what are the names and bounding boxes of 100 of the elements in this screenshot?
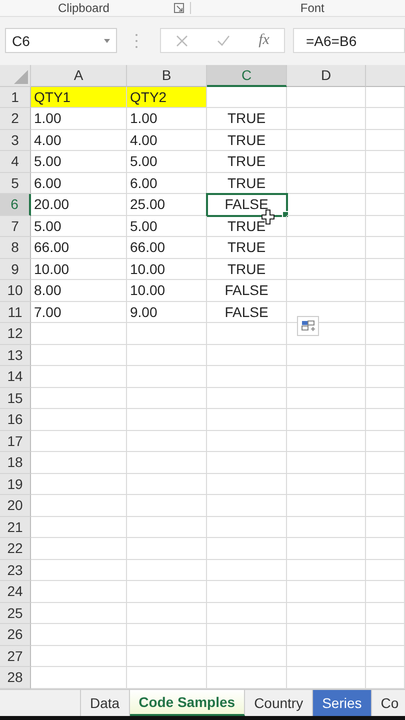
row-header[interactable]: 23 bbox=[0, 560, 31, 582]
row-header[interactable]: 4 bbox=[0, 151, 31, 173]
table-cell bbox=[366, 602, 405, 624]
table-cell: TRUE bbox=[207, 258, 287, 280]
table-cell: 1.00 bbox=[31, 108, 127, 130]
table-cell: 6.00 bbox=[31, 172, 127, 194]
table-cell: 9.00 bbox=[127, 302, 207, 324]
table-cell bbox=[366, 280, 405, 302]
row-header[interactable]: 6 bbox=[0, 194, 31, 216]
table-cell: 5.00 bbox=[31, 216, 127, 238]
sheet-tab[interactable]: Code Samples bbox=[130, 690, 246, 716]
table-cell: 66.00 bbox=[31, 237, 127, 259]
table-cell bbox=[366, 388, 405, 410]
row-header[interactable]: 8 bbox=[0, 237, 31, 259]
paste-options-icon[interactable] bbox=[297, 316, 319, 336]
select-all-button[interactable] bbox=[0, 64, 31, 87]
table-cell: TRUE bbox=[207, 130, 287, 152]
check-icon[interactable] bbox=[216, 35, 230, 46]
row-header[interactable]: 11 bbox=[0, 302, 31, 324]
table-cell bbox=[366, 624, 405, 646]
table-cell bbox=[366, 194, 405, 216]
row-header[interactable]: 9 bbox=[0, 258, 31, 280]
table-cell bbox=[366, 302, 405, 324]
table-cell: 20.00 bbox=[31, 194, 127, 216]
table-cell bbox=[366, 172, 405, 194]
sheet-tab[interactable]: Series bbox=[313, 690, 372, 716]
table-cell: 10.00 bbox=[127, 258, 207, 280]
table-cell: QTY1 bbox=[31, 86, 127, 108]
name-box[interactable]: C6 bbox=[5, 28, 117, 54]
row-header[interactable]: 20 bbox=[0, 495, 31, 517]
table-cell bbox=[366, 258, 405, 280]
table-cell bbox=[366, 344, 405, 366]
table-cell bbox=[366, 560, 405, 582]
insert-function-button[interactable]: fx bbox=[258, 32, 270, 50]
corner-triangle-icon bbox=[14, 70, 28, 84]
row-header[interactable]: 3 bbox=[0, 130, 31, 152]
table-cell: 5.00 bbox=[127, 216, 207, 238]
row-header[interactable]: 17 bbox=[0, 430, 31, 452]
table-cell: 25.00 bbox=[127, 194, 207, 216]
row-header[interactable]: 26 bbox=[0, 624, 31, 646]
row-header[interactable]: 14 bbox=[0, 366, 31, 388]
table-cell bbox=[366, 516, 405, 538]
table-cell bbox=[366, 538, 405, 560]
table-cell: 66.00 bbox=[127, 237, 207, 259]
table-cell bbox=[366, 151, 405, 173]
table-cell: TRUE bbox=[207, 216, 287, 238]
table-cell: 4.00 bbox=[31, 130, 127, 152]
row-header[interactable]: 2 bbox=[0, 108, 31, 130]
table-cell bbox=[366, 108, 405, 130]
table-cell bbox=[366, 237, 405, 259]
row-header[interactable]: 16 bbox=[0, 409, 31, 431]
table-cell: 1.00 bbox=[127, 108, 207, 130]
table-cell bbox=[366, 216, 405, 238]
table-cell bbox=[366, 495, 405, 517]
row-header[interactable]: 21 bbox=[0, 516, 31, 538]
column-header[interactable]: D bbox=[287, 64, 366, 87]
row-header[interactable]: 28 bbox=[0, 667, 31, 689]
table-cell: 4.00 bbox=[127, 130, 207, 152]
row-header[interactable]: 24 bbox=[0, 581, 31, 603]
table-cell bbox=[366, 452, 405, 474]
row-header[interactable]: 19 bbox=[0, 474, 31, 496]
row-header[interactable]: 12 bbox=[0, 323, 31, 345]
table-cell: FALSE bbox=[207, 194, 287, 216]
row-header[interactable]: 5 bbox=[0, 172, 31, 194]
table-cell: 7.00 bbox=[31, 302, 127, 324]
table-cell: QTY2 bbox=[127, 86, 207, 108]
row-header[interactable]: 27 bbox=[0, 646, 31, 668]
table-cell bbox=[366, 474, 405, 496]
table-cell: 8.00 bbox=[31, 280, 127, 302]
row-header[interactable]: 7 bbox=[0, 216, 31, 238]
table-cell bbox=[366, 646, 405, 668]
table-cell: TRUE bbox=[207, 172, 287, 194]
column-header[interactable] bbox=[366, 64, 405, 87]
formula-field[interactable]: =A6=B6 bbox=[293, 28, 405, 54]
row-header[interactable]: 10 bbox=[0, 280, 31, 302]
row-header[interactable]: 1 bbox=[0, 86, 31, 108]
table-cell bbox=[366, 86, 405, 108]
row-header[interactable]: 22 bbox=[0, 538, 31, 560]
dialog-launcher-icon[interactable] bbox=[174, 3, 184, 14]
column-header[interactable]: A bbox=[31, 64, 127, 87]
table-cell bbox=[366, 581, 405, 603]
column-header[interactable]: C bbox=[207, 64, 287, 87]
cancel-icon[interactable] bbox=[176, 34, 188, 47]
row-header[interactable]: 25 bbox=[0, 602, 31, 624]
table-cell: 5.00 bbox=[31, 151, 127, 173]
table-cell: TRUE bbox=[207, 108, 287, 130]
column-header[interactable]: B bbox=[127, 64, 207, 87]
table-cell: 5.00 bbox=[127, 151, 207, 173]
row-header[interactable]: 18 bbox=[0, 452, 31, 474]
table-cell bbox=[366, 366, 405, 388]
more-icon[interactable] bbox=[135, 32, 138, 49]
group-label: Clipboard bbox=[58, 1, 110, 16]
row-header[interactable]: 13 bbox=[0, 344, 31, 366]
dropdown-icon bbox=[104, 38, 110, 43]
table-cell: TRUE bbox=[207, 237, 287, 259]
table-cell bbox=[366, 409, 405, 431]
table-cell: TRUE bbox=[207, 151, 287, 173]
table-cell: FALSE bbox=[207, 302, 287, 324]
table-cell: 10.00 bbox=[127, 280, 207, 302]
row-header[interactable]: 15 bbox=[0, 388, 31, 410]
